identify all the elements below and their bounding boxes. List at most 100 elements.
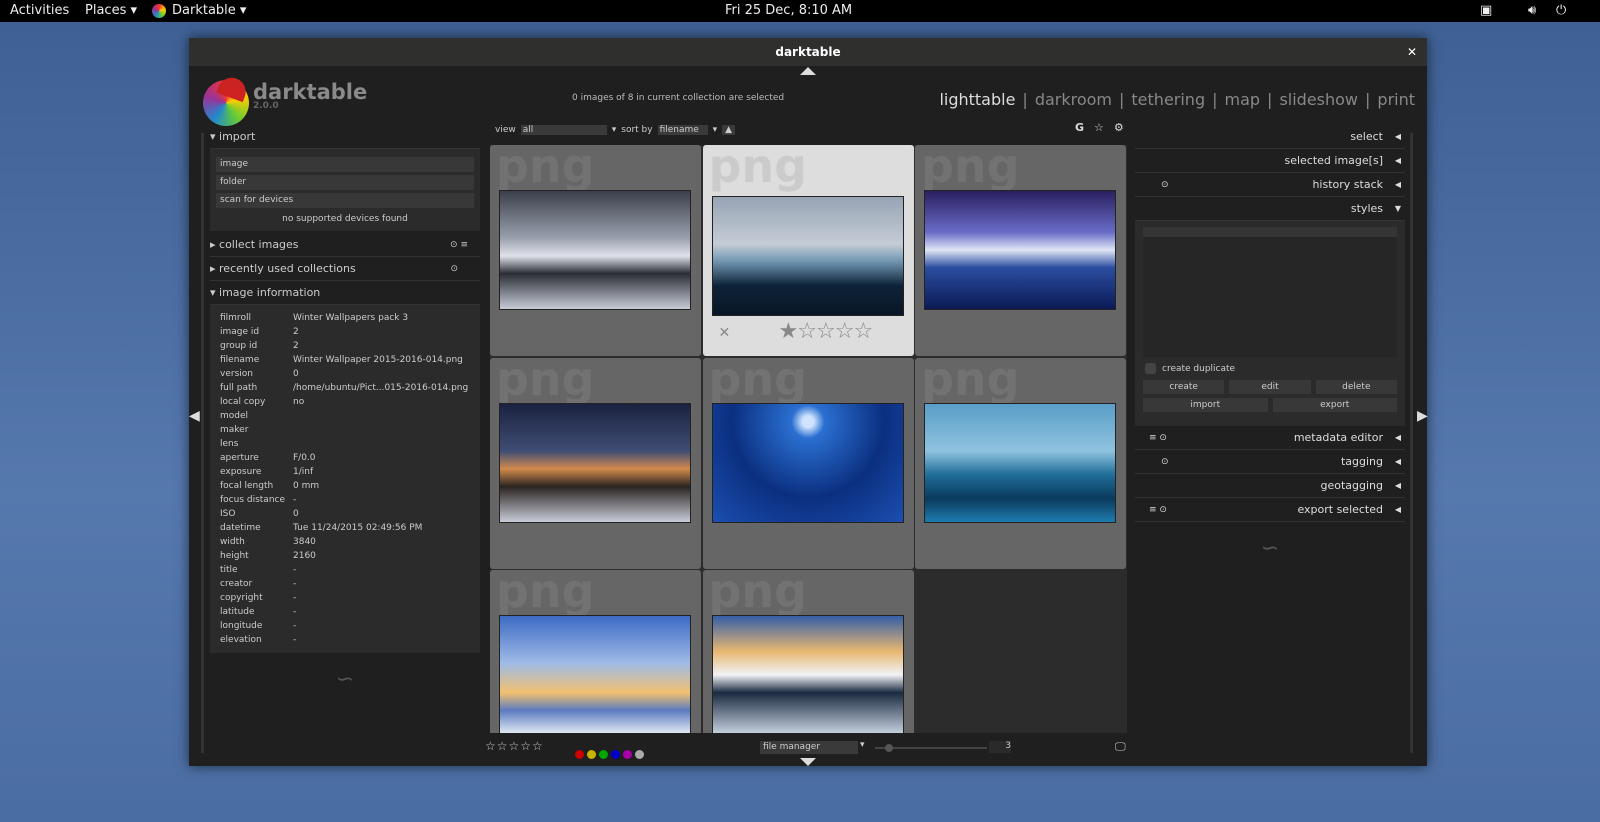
view-tab-tethering[interactable]: tethering [1131,90,1205,109]
info-row: filename Winter Wallpaper 2015-2016-014.p… [220,353,474,367]
section-export-selected[interactable]: ≡ ⊙ export selected ◀ [1135,498,1405,522]
clock[interactable]: Fri 25 Dec, 8:10 AM [725,3,852,18]
thumbnail-cell[interactable]: png [490,145,701,356]
display-icon[interactable]: 🖵︎ [1115,740,1126,754]
thumbnail-image[interactable] [499,190,691,310]
section-options-icon[interactable]: ≡ ⊙ [1149,498,1167,522]
section-geotagging[interactable]: geotagging ◀ [1135,474,1405,498]
thumbnail-image[interactable] [924,190,1116,310]
chevron-down-icon[interactable]: ▾ [713,125,718,135]
chevron-down-icon[interactable]: ▾ [860,740,865,750]
app-menu[interactable]: Darktable ▾ [172,3,246,18]
collapse-bottom-arrow-icon[interactable] [800,758,816,766]
info-row: full path/home/ubuntu/Pict...015-2016-01… [220,381,474,395]
collapse-right-arrow-icon[interactable]: ▶ [1417,408,1428,424]
styles-list[interactable] [1143,227,1397,357]
color-label-dot[interactable] [623,750,632,759]
sort-select[interactable]: filename [657,125,708,135]
star-icon[interactable]: ☆ [1094,121,1104,134]
grouping-button[interactable]: G [1075,121,1084,134]
delete-style-button[interactable]: delete [1315,380,1397,394]
view-tab-slideshow[interactable]: slideshow [1279,90,1358,109]
section-options-icon[interactable]: ⊙ [1161,173,1169,197]
window-icon[interactable]: ▣ [1480,3,1492,18]
right-scrollbar[interactable] [1410,133,1413,753]
star-icon[interactable]: ☆ [853,319,873,344]
section-styles[interactable]: styles ▼ [1135,197,1405,221]
thumbnail-image[interactable] [711,196,904,316]
star-rating[interactable]: ★☆☆☆☆ [779,319,874,344]
section-select[interactable]: select ◀ [1135,125,1405,149]
import-folder-button[interactable]: folder [216,175,474,190]
star-icon[interactable]: ★ [779,319,799,344]
info-value: Winter Wallpaper 2015-2016-014.png [293,355,463,365]
places-menu[interactable]: Places ▾ [85,3,137,18]
filetype-watermark: png [496,145,595,193]
info-row: model [220,409,474,423]
thumbnail-cell[interactable]: png [490,570,701,733]
create-style-button[interactable]: create [1143,380,1225,394]
section-history-stack[interactable]: ⊙ history stack ◀ [1135,173,1405,197]
activities-button[interactable]: Activities [10,3,69,18]
thumbnail-image[interactable] [711,402,904,523]
chevron-down-icon[interactable]: ▾ [612,125,617,135]
checkbox[interactable] [1145,363,1156,374]
color-label-dot[interactable] [599,750,608,759]
sort-order-button[interactable]: ▲ [722,125,736,135]
view-tab-print[interactable]: print [1377,90,1415,109]
import-scan-for-devices-button[interactable]: scan for devices [216,193,474,208]
star-icon[interactable]: ☆ [816,319,836,344]
system-top-bar: Activities Places ▾ Darktable ▾ Fri 25 D… [0,0,1600,22]
thumbnail-cell[interactable]: png [915,145,1126,356]
thumbnail-image[interactable] [499,402,691,523]
view-tab-map[interactable]: map [1225,90,1261,109]
volume-icon[interactable]: 🔊︎ [1528,3,1536,18]
power-icon[interactable]: ⏻ [1556,3,1566,18]
section-options-icon[interactable]: ≡ ⊙ [1149,426,1167,450]
thumbnail-cell[interactable]: png [915,357,1126,569]
close-icon[interactable]: ✕ [1407,38,1417,66]
collapse-top-arrow-icon[interactable] [800,67,816,75]
star-icon[interactable]: ☆ [797,319,817,344]
zoom-value[interactable]: 3 [989,741,1011,753]
collect-images-header[interactable]: ▸ collect images ⊙ ≡ [210,233,480,257]
rating-filter[interactable]: ☆☆☆☆☆ [485,739,544,753]
thumbnail-cell[interactable]: png [702,570,914,733]
left-scrollbar[interactable] [201,133,204,753]
thumbnail-cell[interactable]: png [490,357,701,569]
thumbnail-image[interactable] [711,615,904,733]
view-tab-darkroom[interactable]: darkroom [1035,90,1112,109]
color-label-dot[interactable] [635,750,644,759]
gear-icon[interactable]: ⚙ [1114,121,1124,134]
collapse-left-arrow-icon[interactable]: ◀ [189,408,200,424]
color-label-dot[interactable] [575,750,584,759]
section-metadata-editor[interactable]: ≡ ⊙ metadata editor ◀ [1135,426,1405,450]
star-icon[interactable]: ☆ [835,319,855,344]
reject-icon[interactable]: ✕ [719,325,731,341]
section-selected-image-s-[interactable]: selected image[s] ◀ [1135,149,1405,173]
thumbnail-cell[interactable]: png ✕ ★☆☆☆☆ [702,145,914,356]
section-tagging[interactable]: ⊙ tagging ◀ [1135,450,1405,474]
view-tab-lighttable[interactable]: lighttable [939,90,1015,109]
thumbnail-image[interactable] [499,615,691,733]
section-options-icon[interactable]: ⊙ [1161,450,1169,474]
thumbnail-image[interactable] [924,402,1116,523]
zoom-slider[interactable] [875,744,987,752]
edit-style-button[interactable]: edit [1229,380,1311,394]
export-style-button[interactable]: export [1272,398,1397,412]
view-select[interactable]: all [520,125,607,135]
create-duplicate-checkbox[interactable]: create duplicate [1145,363,1397,374]
layout-select[interactable]: file manager [760,741,858,754]
info-key: copyright [220,593,263,603]
thumbnail-cell[interactable]: png [702,357,914,569]
info-key: creator [220,579,253,589]
import-style-button[interactable]: import [1143,398,1268,412]
info-key: filmroll [220,313,251,323]
color-label-dot[interactable] [587,750,596,759]
image-information-header[interactable]: ▾ image information [210,281,480,305]
import-image-button[interactable]: image [216,157,474,172]
import-section-header[interactable]: ▾ import [210,125,480,149]
recent-collections-header[interactable]: ▸ recently used collections ⊙ [210,257,480,281]
selection-status: 0 images of 8 in current collection are … [572,93,785,103]
color-label-dot[interactable] [611,750,620,759]
